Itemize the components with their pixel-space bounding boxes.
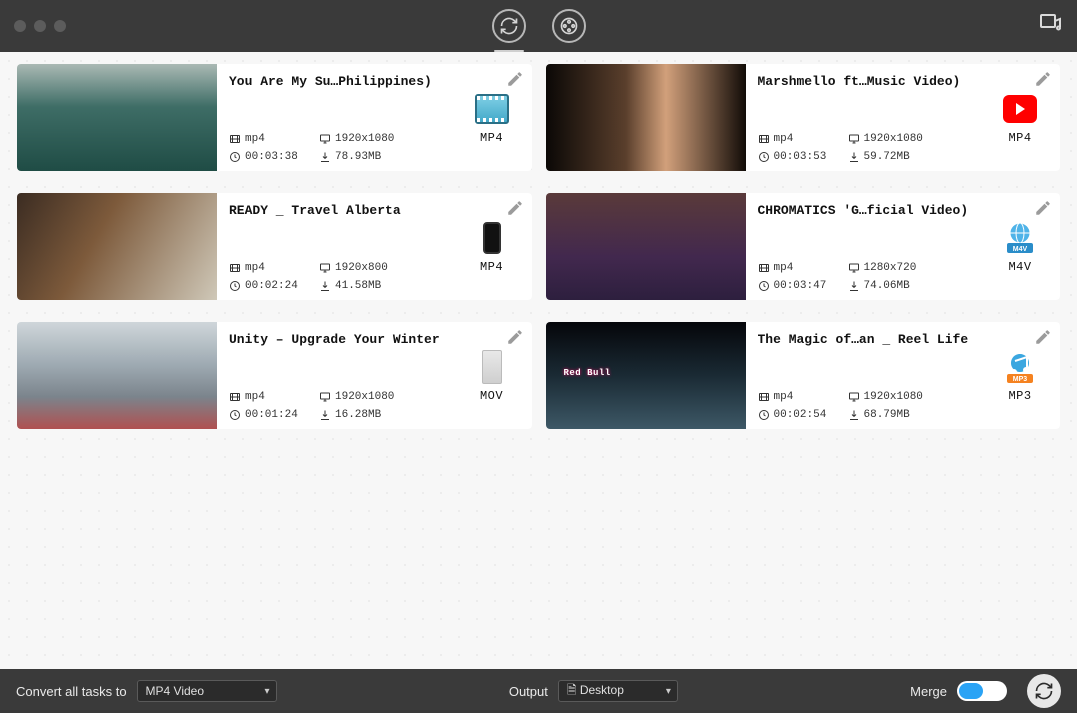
meta-format: mp4 xyxy=(229,391,319,403)
convert-all-select[interactable]: MP4 Video xyxy=(137,680,277,702)
video-meta: mp41920x108000:01:2416.28MB xyxy=(229,391,446,421)
video-thumbnail[interactable] xyxy=(17,193,217,300)
meta-size: 74.06MB xyxy=(848,280,975,292)
meta-format: mp4 xyxy=(229,133,319,145)
meta-size: 68.79MB xyxy=(848,409,975,421)
meta-resolution: 1920x800 xyxy=(319,262,446,274)
video-thumbnail[interactable] xyxy=(546,193,746,300)
meta-duration: 00:03:53 xyxy=(758,151,848,163)
console-icon xyxy=(482,350,502,384)
meta-size: 41.58MB xyxy=(319,280,446,292)
meta-format: mp4 xyxy=(758,133,848,145)
edit-button[interactable] xyxy=(1034,199,1052,222)
video-title: CHROMATICS 'G…ficial Video) xyxy=(758,203,975,218)
meta-duration: 00:03:38 xyxy=(229,151,319,163)
video-thumbnail[interactable] xyxy=(17,322,217,429)
card-body: CHROMATICS 'G…ficial Video) mp41280x72000… xyxy=(746,193,987,300)
titlebar-tabs xyxy=(492,9,586,43)
edit-button[interactable] xyxy=(506,70,524,93)
edit-button[interactable] xyxy=(1034,328,1052,351)
mp3-icon: MP3 xyxy=(1003,350,1037,384)
refresh-icon xyxy=(499,16,519,36)
edit-button[interactable] xyxy=(506,328,524,351)
footer-bar: Convert all tasks to MP4 Video Output 🗎 … xyxy=(0,669,1077,713)
video-title: Unity – Upgrade Your Winter xyxy=(229,332,446,347)
close-window-icon[interactable] xyxy=(14,20,26,32)
output-value: 🗎 Desktop xyxy=(567,681,624,702)
video-title: You Are My Su…Philippines) xyxy=(229,74,446,89)
phone-icon xyxy=(483,222,501,254)
target-label: MP3 xyxy=(1008,389,1031,403)
video-thumbnail[interactable] xyxy=(546,322,746,429)
merge-toggle[interactable] xyxy=(957,681,1007,701)
playlist-button[interactable] xyxy=(1039,12,1063,41)
card-body: Marshmello ft…Music Video) mp41920x108000… xyxy=(746,64,987,171)
video-thumbnail[interactable] xyxy=(17,64,217,171)
meta-resolution: 1920x1080 xyxy=(319,391,446,403)
meta-resolution: 1920x1080 xyxy=(319,133,446,145)
window-controls[interactable] xyxy=(14,20,66,32)
target-label: MOV xyxy=(480,389,503,403)
video-meta: mp41280x72000:03:4774.06MB xyxy=(758,262,975,292)
edit-button[interactable] xyxy=(506,199,524,222)
meta-resolution: 1280x720 xyxy=(848,262,975,274)
target-label: M4V xyxy=(1008,260,1031,274)
meta-duration: 00:02:24 xyxy=(229,280,319,292)
start-convert-button[interactable] xyxy=(1027,674,1061,708)
video-music-icon xyxy=(1039,12,1063,36)
tab-media[interactable] xyxy=(552,9,586,43)
meta-duration: 00:01:24 xyxy=(229,409,319,421)
card-body: READY _ Travel Alberta mp41920x80000:02:2… xyxy=(217,193,458,300)
film-reel-icon xyxy=(559,16,579,36)
target-label: MP4 xyxy=(1008,131,1031,145)
meta-format: mp4 xyxy=(758,262,848,274)
task-card[interactable]: CHROMATICS 'G…ficial Video) mp41280x72000… xyxy=(546,193,1061,300)
svg-text:MP3: MP3 xyxy=(1013,376,1028,383)
output-select[interactable]: 🗎 Desktop xyxy=(558,680,678,702)
video-title: The Magic of…an _ Reel Life xyxy=(758,332,975,347)
convert-all-label: Convert all tasks to xyxy=(16,684,127,699)
card-body: Unity – Upgrade Your Winter mp41920x10800… xyxy=(217,322,458,429)
convert-all-value: MP4 Video xyxy=(146,684,204,698)
target-label: MP4 xyxy=(480,260,503,274)
meta-resolution: 1920x1080 xyxy=(848,391,975,403)
video-thumbnail[interactable] xyxy=(546,64,746,171)
meta-format: mp4 xyxy=(229,262,319,274)
video-meta: mp41920x80000:02:2441.58MB xyxy=(229,262,446,292)
meta-duration: 00:03:47 xyxy=(758,280,848,292)
video-meta: mp41920x108000:03:3878.93MB xyxy=(229,133,446,163)
mp4-clip-icon xyxy=(475,94,509,124)
video-meta: mp41920x108000:03:5359.72MB xyxy=(758,133,975,163)
task-card[interactable]: Unity – Upgrade Your Winter mp41920x10800… xyxy=(17,322,532,429)
video-title: Marshmello ft…Music Video) xyxy=(758,74,975,89)
target-label: MP4 xyxy=(480,131,503,145)
task-grid: You Are My Su…Philippines)mp41920x108000… xyxy=(0,52,1077,669)
m4v-icon: M4V xyxy=(1003,221,1037,255)
task-card[interactable]: Marshmello ft…Music Video) mp41920x108000… xyxy=(546,64,1061,171)
youtube-icon xyxy=(1003,95,1037,123)
merge-label: Merge xyxy=(910,684,947,699)
meta-duration: 00:02:54 xyxy=(758,409,848,421)
video-title: READY _ Travel Alberta xyxy=(229,203,446,218)
meta-size: 59.72MB xyxy=(848,151,975,163)
meta-format: mp4 xyxy=(758,391,848,403)
task-card[interactable]: The Magic of…an _ Reel Life mp41920x10800… xyxy=(546,322,1061,429)
meta-resolution: 1920x1080 xyxy=(848,133,975,145)
card-body: You Are My Su…Philippines) mp41920x108000… xyxy=(217,64,458,171)
task-card[interactable]: READY _ Travel Alberta mp41920x80000:02:2… xyxy=(17,193,532,300)
refresh-icon xyxy=(1034,681,1054,701)
zoom-window-icon[interactable] xyxy=(54,20,66,32)
tab-convert[interactable] xyxy=(492,9,526,43)
titlebar xyxy=(0,0,1077,52)
video-meta: mp41920x108000:02:5468.79MB xyxy=(758,391,975,421)
minimize-window-icon[interactable] xyxy=(34,20,46,32)
meta-size: 16.28MB xyxy=(319,409,446,421)
output-label: Output xyxy=(509,684,548,699)
task-card[interactable]: You Are My Su…Philippines) mp41920x108000… xyxy=(17,64,532,171)
card-body: The Magic of…an _ Reel Life mp41920x10800… xyxy=(746,322,987,429)
edit-button[interactable] xyxy=(1034,70,1052,93)
svg-text:M4V: M4V xyxy=(1013,246,1028,253)
meta-size: 78.93MB xyxy=(319,151,446,163)
